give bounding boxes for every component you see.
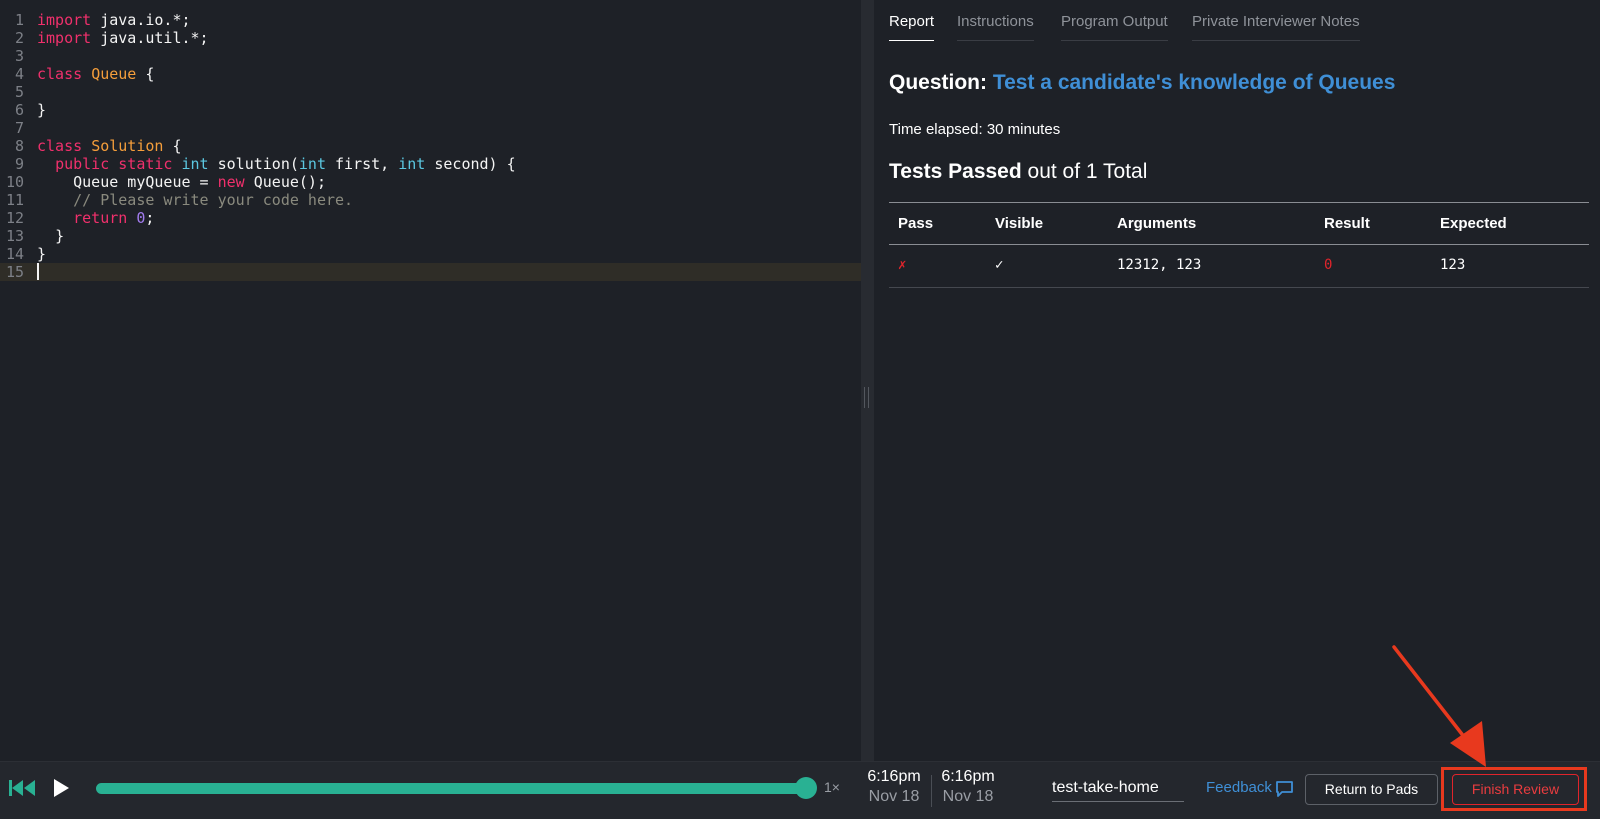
code-line: 14} [0,245,861,263]
col-arguments: Arguments [1117,215,1197,232]
cell-expected: 123 [1440,257,1466,273]
code-line: 3 [0,47,861,65]
code-line: 2 import java.util.*; [0,29,861,47]
rewind-icon[interactable] [8,779,38,797]
line-number: 15 [5,263,24,281]
code-line: 9 public static int solution(int first, … [0,155,861,173]
code-line: 13 } [0,227,861,245]
text-cursor [37,263,39,280]
playback-progress-track[interactable] [96,783,804,794]
line-number: 2 [14,29,24,47]
cell-result: 0 [1324,257,1333,273]
col-expected: Expected [1440,215,1507,232]
start-timestamp: 6:16pm Nov 18 [866,767,922,807]
question-heading: Question: Test a candidate's knowledge o… [889,71,1395,95]
start-date: Nov 18 [868,788,920,805]
line-number: 1 [14,11,24,29]
line-number: 8 [14,137,24,155]
pane-splitter[interactable] [861,0,874,761]
code-area[interactable]: 1 import java.io.*; 2 import java.util.*; … [0,11,861,281]
time-divider [931,775,932,807]
col-visible: Visible [995,215,1044,232]
playback-scrubber-handle[interactable] [795,777,817,799]
line-number: 5 [14,83,24,101]
code-line: 6} [0,101,861,119]
feedback-link[interactable]: Feedback [1206,779,1272,796]
line-number: 3 [14,47,24,65]
code-line: 10 Queue myQueue = new Queue(); [0,173,861,191]
question-prefix: Question: [889,71,987,94]
line-number: 7 [14,119,24,137]
table-row: ✗ ✓ 12312, 123 0 123 [889,245,1589,288]
code-editor[interactable]: 1 import java.io.*; 2 import java.util.*; … [0,0,861,761]
line-number: 14 [5,245,24,263]
feedback-chat-icon[interactable] [1275,780,1294,798]
annotation-arrow [1392,645,1486,767]
tab-program-output[interactable]: Program Output [1061,13,1168,41]
code-line: 1 import java.io.*; [0,11,861,29]
line-number: 11 [5,191,24,209]
test-results-table: Pass Visible Arguments Result Expected ✗… [889,202,1589,288]
line-number: 9 [14,155,24,173]
check-icon: ✓ [995,257,1004,273]
cell-arguments: 12312, 123 [1117,257,1202,273]
code-line: 11 // Please write your code here. [0,191,861,209]
return-to-pads-button[interactable]: Return to Pads [1305,774,1438,805]
code-line: 4 class Queue { [0,65,861,83]
fail-icon: ✗ [898,257,907,273]
time-elapsed: Time elapsed: 30 minutes [889,121,1061,138]
end-time: 6:16pm [941,768,995,785]
end-date: Nov 18 [942,788,994,805]
playback-speed[interactable]: 1× [824,779,840,795]
tests-passed-label: Tests Passed [889,160,1022,183]
code-line-active[interactable]: 15 [0,263,861,281]
question-title-link[interactable]: Test a candidate's knowledge of Queues [993,71,1396,94]
pad-name[interactable]: test-take-home [1052,779,1159,797]
col-pass: Pass [898,215,934,232]
tests-summary: Tests Passed out of 1 Total [889,160,1147,184]
tests-total-label: out of 1 Total [1027,160,1148,183]
line-number: 10 [5,173,24,191]
tab-report[interactable]: Report [889,13,935,41]
code-line: 12 return 0; [0,209,861,227]
start-time: 6:16pm [867,768,921,785]
line-number: 12 [5,209,24,227]
line-number: 4 [14,65,24,83]
end-timestamp: 6:16pm Nov 18 [940,767,996,807]
annotation-highlight-box [1441,767,1587,811]
play-icon[interactable] [52,778,70,798]
tab-instructions[interactable]: Instructions [957,13,1034,41]
code-line: 8 class Solution { [0,137,861,155]
code-line: 5 [0,83,861,101]
line-number: 6 [14,101,24,119]
line-number: 13 [5,227,24,245]
playback-bar: 1× 6:16pm Nov 18 6:16pm Nov 18 test-take… [0,761,1600,819]
splitter-grip-icon[interactable] [864,387,869,408]
col-result: Result [1324,215,1370,232]
table-header: Pass Visible Arguments Result Expected [889,203,1589,245]
code-line: 7 [0,119,861,137]
tab-private-interviewer-notes[interactable]: Private Interviewer Notes [1192,13,1360,41]
